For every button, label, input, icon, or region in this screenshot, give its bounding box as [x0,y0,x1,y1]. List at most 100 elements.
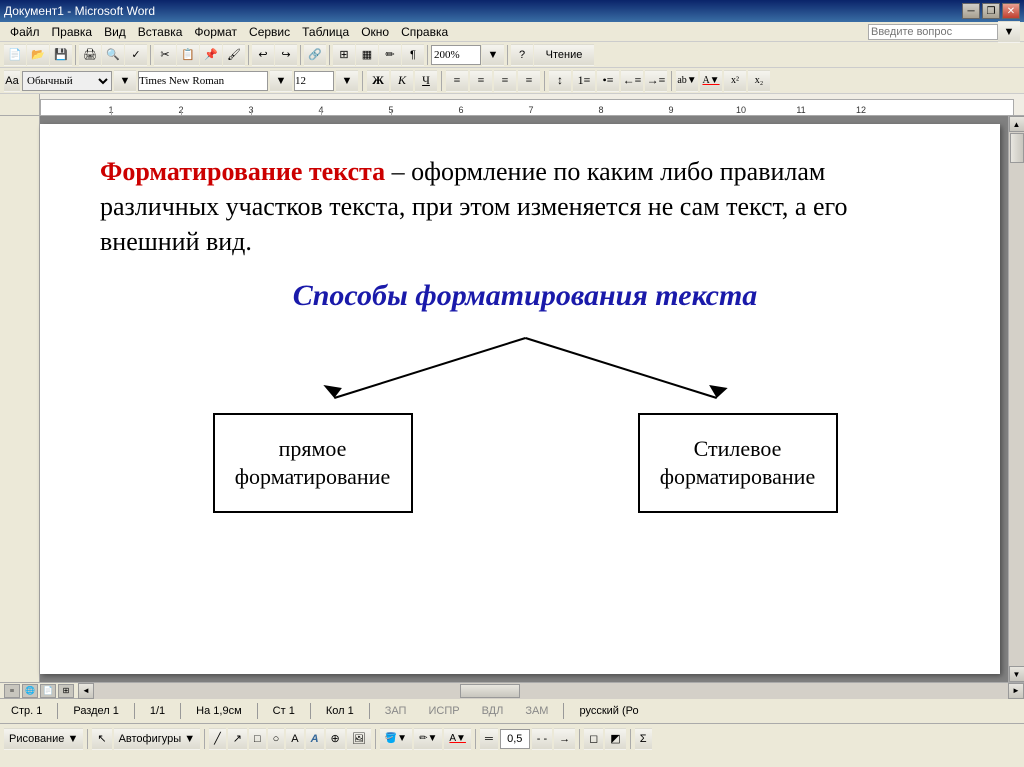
line-spacing-button[interactable]: ↕ [549,70,571,92]
underline-button[interactable]: Ч [415,70,437,92]
h-scroll-thumb[interactable] [460,684,520,698]
print-view-button[interactable]: 📄 [40,684,56,698]
sigma-button[interactable]: Σ [635,728,652,750]
scroll-track[interactable] [1009,132,1024,666]
style-dropdown[interactable]: ▼ [114,70,136,92]
help-search-input[interactable] [868,24,998,40]
shadow-button[interactable]: ◻ [584,728,603,750]
font-input[interactable] [138,71,268,91]
close-button[interactable]: ✕ [1002,3,1020,19]
normal-view-button[interactable]: ≡ [4,684,20,698]
font-size-input[interactable] [294,71,334,91]
textbox-button[interactable]: A [286,728,303,750]
h-scroll-track[interactable] [94,683,1008,699]
align-right-button[interactable]: ≡ [494,70,516,92]
highlight-button[interactable]: ab▼ [676,70,698,92]
menu-table[interactable]: Таблица [296,23,355,41]
3d-button[interactable]: ◩ [605,728,625,750]
arrow-tool-button[interactable]: ↗ [228,728,247,750]
help-button[interactable]: ? [511,44,533,66]
numbering-button[interactable]: 1≡ [573,70,595,92]
paste-button[interactable]: 📌 [200,44,222,66]
copy-button[interactable]: 📋 [177,44,199,66]
open-button[interactable]: 📂 [27,44,49,66]
menu-insert[interactable]: Вставка [132,23,189,41]
subtitle-text: Способы форматирования текста [100,279,950,313]
menu-bar: Файл Правка Вид Вставка Формат Сервис Та… [0,22,1024,42]
ruler: 1 2 3 4 5 6 7 8 9 10 11 12 [0,94,1024,116]
diagram-button[interactable]: ⊕ [326,728,345,750]
scroll-thumb[interactable] [1010,133,1024,163]
bullets-button[interactable]: •≡ [597,70,619,92]
draw-sep-3 [375,729,376,749]
menu-tools[interactable]: Сервис [243,23,296,41]
h-scroll-right-button[interactable]: ► [1008,683,1024,699]
menu-file[interactable]: Файл [4,23,46,41]
autoshapes-button[interactable]: Автофигуры ▼ [114,728,201,750]
select-button[interactable]: ↖ [92,728,111,750]
align-center-button[interactable]: ≡ [470,70,492,92]
subscript-button[interactable]: x₂ [748,70,770,92]
clipart-button[interactable]: 🖼 [347,728,371,750]
line-tool-button[interactable]: ╱ [209,728,226,750]
bold-button[interactable]: Ж [367,70,389,92]
scroll-down-button[interactable]: ▼ [1009,666,1024,682]
menu-help[interactable]: Справка [395,23,454,41]
web-view-button[interactable]: 🌐 [22,684,38,698]
font-dropdown[interactable]: ▼ [270,70,292,92]
superscript-button[interactable]: x² [724,70,746,92]
h-scroll-left-button[interactable]: ◄ [78,683,94,699]
line-style-button[interactable]: ═ [480,728,498,750]
show-hide-button[interactable]: ¶ [402,44,424,66]
dash-style-button[interactable]: - - [532,728,552,750]
rect-tool-button[interactable]: □ [249,728,266,750]
drawing-menu-button[interactable]: Рисование ▼ [4,728,83,750]
restore-button[interactable]: ❐ [982,3,1000,19]
style-select[interactable]: Обычный [22,71,112,91]
redo-button[interactable]: ↪ [275,44,297,66]
size-dropdown[interactable]: ▼ [336,70,358,92]
help-search-button[interactable]: ▼ [998,21,1020,43]
italic-button[interactable]: К [391,70,413,92]
ruler-line-2 [181,110,182,115]
decrease-indent-button[interactable]: ←≡ [621,70,643,92]
document-page[interactable]: Форматирование текста – оформление по ка… [40,124,1000,674]
line-width-input[interactable] [500,729,530,749]
print-button[interactable]: 🖨 [79,44,101,66]
reading-button[interactable]: Чтение [534,44,594,66]
font-color-draw-button[interactable]: A▼ [444,728,471,750]
minimize-button[interactable]: ─ [962,3,980,19]
menu-edit[interactable]: Правка [46,23,99,41]
menu-window[interactable]: Окно [355,23,395,41]
format-painter-button[interactable]: 🖌 [223,44,245,66]
ellipse-tool-button[interactable]: ○ [268,728,285,750]
main-paragraph: Форматирование текста – оформление по ка… [100,154,950,259]
columns-button[interactable]: ▦ [356,44,378,66]
zoom-dropdown[interactable]: ▼ [482,44,504,66]
zoom-input[interactable] [431,45,481,65]
diagram-area: прямоеформатирование Стилевоеформатирова… [100,333,950,513]
menu-view[interactable]: Вид [98,23,132,41]
table-button[interactable]: ⊞ [333,44,355,66]
outline-view-button[interactable]: ⊞ [58,684,74,698]
menu-format[interactable]: Формат [188,23,243,41]
arrow-style-button[interactable]: → [554,728,575,750]
line-color-button[interactable]: ✏▼ [414,728,442,750]
preview-button[interactable]: 🔍 [102,44,124,66]
cut-button[interactable]: ✂ [154,44,176,66]
font-color-button[interactable]: A▼ [700,70,722,92]
fill-color-button[interactable]: 🪣▼ [380,728,412,750]
drawing-button[interactable]: ✏ [379,44,401,66]
undo-button[interactable]: ↩ [252,44,274,66]
save-button[interactable]: 💾 [50,44,72,66]
new-button[interactable]: 📄 [4,44,26,66]
scroll-up-button[interactable]: ▲ [1009,116,1024,132]
wordart-button[interactable]: A [306,728,324,750]
hyperlink-button[interactable]: 🔗 [304,44,326,66]
status-sep-5 [310,703,311,719]
spellcheck-button[interactable]: ✓ [125,44,147,66]
ruler-left-margin [0,94,40,115]
justify-button[interactable]: ≡ [518,70,540,92]
align-left-button[interactable]: ≡ [446,70,468,92]
increase-indent-button[interactable]: →≡ [645,70,667,92]
